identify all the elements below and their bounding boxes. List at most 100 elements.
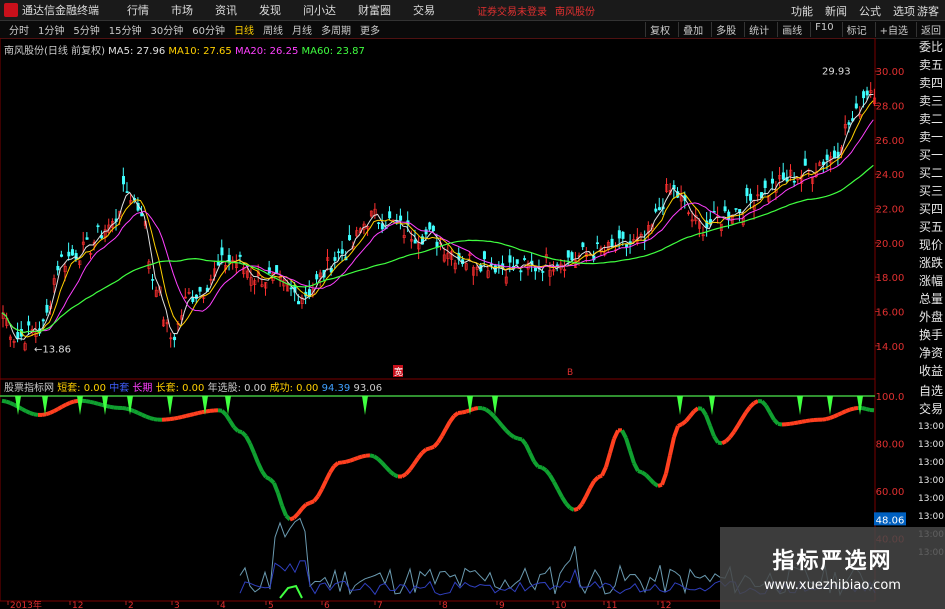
tf-5min[interactable]: 5分钟 — [73, 22, 99, 37]
menu-wealth[interactable]: 财富圈 — [358, 2, 391, 18]
watermark-url: www.xuezhibiao.com — [764, 578, 901, 593]
candle-body — [151, 279, 155, 281]
indicator-ribbon-segment — [712, 435, 720, 444]
btn-multi-stock[interactable]: 多股 — [711, 22, 736, 37]
indicator-ribbon-segment — [276, 492, 284, 507]
signal-spike — [709, 396, 715, 415]
signal-spike — [827, 396, 833, 415]
indicator-ribbon-segment — [228, 419, 236, 429]
tf-multi[interactable]: 多周期 — [321, 22, 351, 37]
menu-formula[interactable]: 公式 — [859, 3, 881, 19]
chart-canvas[interactable]: 30.00 28.00 26.00 24.00 22.00 20.00 18.00 16.00… — [0, 38, 917, 609]
guest-user[interactable]: 游客 — [917, 3, 939, 19]
tf-weekly[interactable]: 周线 — [263, 22, 283, 37]
indicator-ribbon-segment — [841, 409, 847, 415]
candle-body — [198, 287, 202, 292]
menu-ask[interactable]: 问小达 — [303, 2, 336, 18]
indicator-ribbon-segment — [537, 464, 543, 470]
indicator-ribbon-segment — [284, 514, 292, 521]
indicator-ribbon-segment — [272, 482, 280, 494]
indicator-ribbon-segment — [865, 406, 871, 412]
x-tick-label: 3 — [174, 601, 180, 609]
menu-function[interactable]: 功能 — [791, 3, 813, 19]
indicator-ribbon-segment — [260, 470, 268, 479]
btn-add-watchlist[interactable]: +自选 — [874, 22, 908, 37]
candle-body — [337, 251, 341, 253]
indicator-ribbon-segment — [789, 421, 795, 426]
indicator-ribbon-segment — [244, 435, 252, 445]
quote-label-6: 买一 — [918, 148, 943, 162]
tf-daily[interactable]: 日线 — [234, 22, 254, 37]
indicator-ribbon-segment — [672, 425, 680, 438]
indicator-ribbon-segment — [744, 405, 752, 414]
candle-body — [657, 207, 661, 211]
indicator-ribbon-segment — [85, 399, 91, 404]
marker-label-b: B — [567, 368, 573, 378]
indicator-ribbon-segment — [300, 503, 308, 511]
signal-spike — [797, 396, 803, 415]
indicator-ribbon-segment — [768, 411, 776, 421]
indicator-ribbon-segment — [721, 439, 727, 446]
login-notice[interactable]: 证券交易未登录 — [477, 3, 547, 18]
candle-body — [734, 208, 738, 210]
menu-headlines[interactable]: 新闻 — [825, 3, 847, 19]
indicator-ribbon-segment — [481, 406, 487, 412]
menu-market[interactable]: 市场 — [171, 2, 193, 18]
indicator-ribbon-segment — [448, 414, 456, 423]
candle-body — [745, 188, 749, 197]
indicator-ribbon-segment — [821, 417, 827, 422]
indicator-ribbon-segment — [153, 417, 159, 422]
btn-statistics[interactable]: 统计 — [744, 22, 769, 37]
indicator-ribbon-segment — [440, 427, 448, 437]
menu-news[interactable]: 资讯 — [215, 2, 237, 18]
tf-intraday[interactable]: 分时 — [9, 22, 29, 37]
candle-body — [348, 235, 352, 241]
indicator-ribbon-segment — [548, 474, 556, 484]
tf-1min[interactable]: 1分钟 — [38, 22, 64, 37]
indicator-ribbon-segment — [93, 400, 99, 406]
menu-quotes[interactable]: 行情 — [127, 2, 149, 18]
candle-body — [45, 304, 49, 313]
indicator-ribbon-segment — [177, 414, 183, 420]
indicator-ribbon-segment — [560, 495, 568, 505]
btn-back[interactable]: 返回 — [916, 22, 941, 37]
indicator-ribbon-segment — [141, 412, 147, 419]
quote-label-3: 卖三 — [918, 94, 943, 108]
panel2-item-1[interactable]: 交易 — [917, 400, 945, 418]
tf-monthly[interactable]: 月线 — [292, 22, 312, 37]
candle-body — [723, 206, 727, 212]
btn-restore-rights[interactable]: 复权 — [645, 22, 670, 37]
btn-f10[interactable]: F10 — [810, 22, 834, 37]
lower-green-mark — [279, 584, 303, 599]
panel2-item-0[interactable]: 自选 — [917, 382, 945, 400]
candle-body — [482, 251, 486, 260]
panel2-item-6: 13:00 — [918, 494, 944, 504]
tf-more[interactable]: 更多 — [360, 22, 380, 37]
tf-30min[interactable]: 30分钟 — [150, 22, 183, 37]
indicator-ribbon-segment — [89, 399, 95, 405]
indicator-ribbon-segment — [49, 409, 55, 415]
menu-discover[interactable]: 发现 — [259, 2, 281, 18]
indicator-ribbon-segment — [748, 401, 756, 409]
x-tick-label: 11 — [606, 601, 617, 609]
menu-options[interactable]: 选项 — [893, 3, 915, 19]
indicator-ribbon-segment — [220, 409, 228, 417]
btn-overlay[interactable]: 叠加 — [678, 22, 703, 37]
candle-body — [610, 238, 614, 247]
btn-mark[interactable]: 标记 — [841, 22, 867, 37]
indicator-ribbon-segment — [436, 434, 444, 444]
indicator-ribbon-segment — [357, 454, 363, 460]
tf-60min[interactable]: 60分钟 — [192, 22, 225, 37]
candle-body — [191, 297, 195, 302]
tf-15min[interactable]: 15分钟 — [109, 22, 142, 37]
menu-trade[interactable]: 交易 — [413, 2, 435, 18]
ma20-value: MA20: 26.25 — [234, 46, 299, 57]
candle-body — [194, 294, 198, 299]
price-tick-label: 22.00 — [876, 205, 905, 216]
indicator-ribbon-segment — [724, 435, 732, 443]
indicator-ribbon-segment — [224, 413, 232, 423]
x-tick-label: 2013年 — [10, 599, 42, 609]
candle-body — [275, 265, 279, 274]
high-price-label: 29.93 — [822, 67, 851, 78]
btn-draw[interactable]: 画线 — [777, 22, 802, 37]
